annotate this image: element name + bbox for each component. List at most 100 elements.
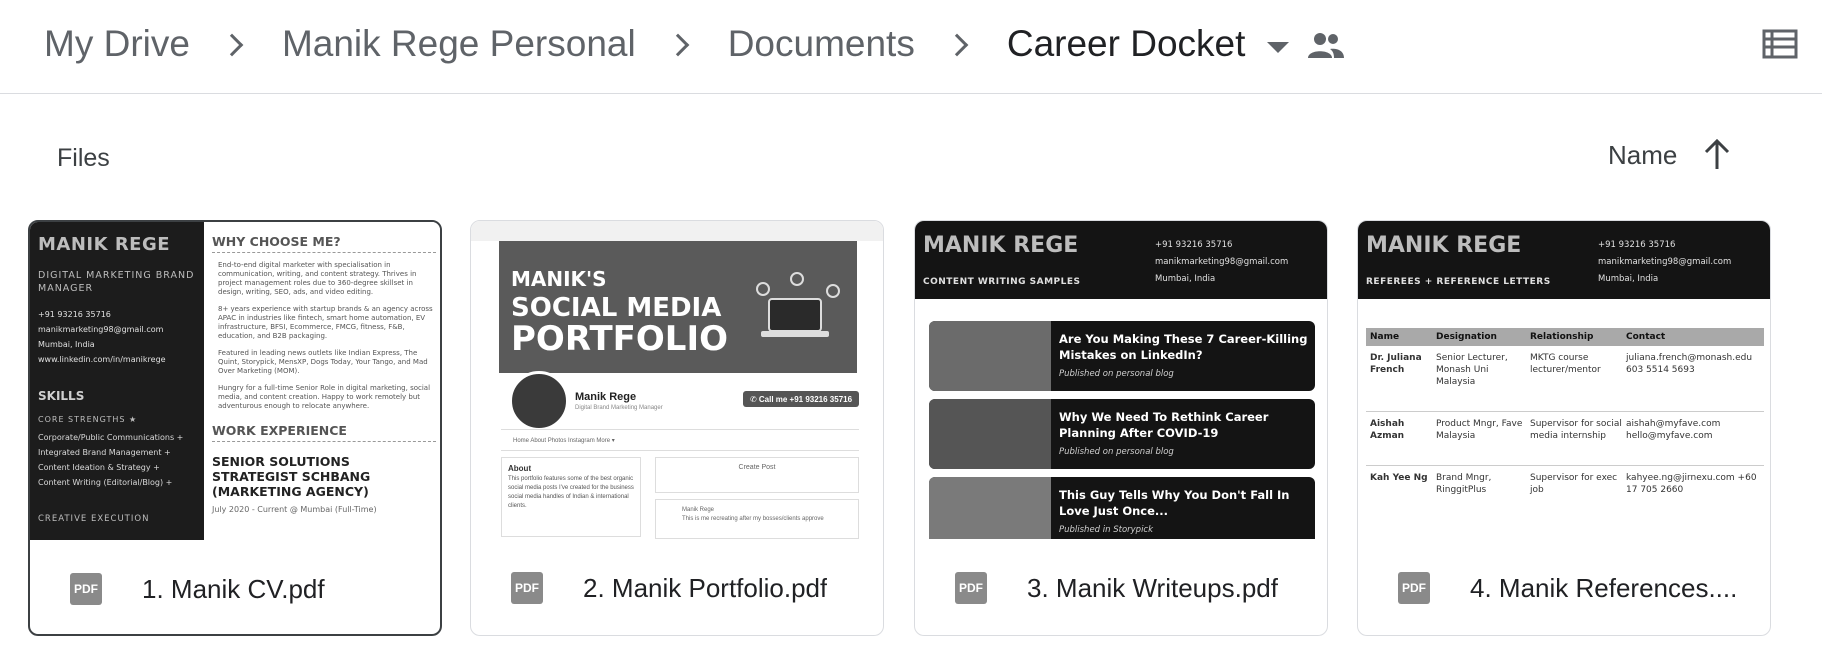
breadcrumb: My Drive Manik Rege Personal Documents C… (44, 0, 1290, 88)
thumb-article: Why We Need To Rethink Career Planning A… (929, 399, 1315, 469)
thumb-title-line: MANIK'S (511, 267, 607, 291)
table-cell: Supervisor for social media internship (1530, 419, 1622, 441)
table-header: Name Designation Relationship Contact (1366, 328, 1764, 346)
file-name[interactable]: 4. Manik References.... (1470, 573, 1737, 604)
file-card-footer: PDF 4. Manik References.... (1358, 539, 1770, 635)
table-cell: Brand Mngr, RinggitPlus (1436, 473, 1492, 495)
top-bar: My Drive Manik Rege Personal Documents C… (0, 0, 1822, 94)
table-cell: Dr. Juliana French (1370, 353, 1422, 375)
table-row: Aishah Azman Product Mngr, Fave Malaysia… (1366, 412, 1764, 466)
avatar (509, 371, 569, 431)
thumb-contact: +91 93216 35716 manikmarketing98@gmail.c… (38, 307, 196, 367)
table-cell: Product Mngr, Fave Malaysia (1436, 419, 1523, 441)
file-card-cv[interactable]: MANIK REGE DIGITAL MARKETING BRAND MANAG… (28, 220, 442, 636)
file-card-writeups[interactable]: MANIK REGE CONTENT WRITING SAMPLES +91 9… (914, 220, 1328, 636)
table-cell: juliana.french@monash.edu 603 5514 5693 (1626, 353, 1753, 375)
breadcrumb-my-drive[interactable]: My Drive (44, 23, 190, 65)
thumb-header: MANIK REGE REFEREES + REFERENCE LETTERS … (1358, 221, 1770, 299)
thumb-profile-tag: Digital Brand Marketing Manager (575, 405, 663, 411)
thumb-about-title: About (508, 464, 532, 473)
files-section-title: Files (57, 144, 110, 172)
file-name[interactable]: 1. Manik CV.pdf (142, 574, 325, 605)
thumb-job-title: SENIOR SOLUTIONS STRATEGIST SCHBANG (MAR… (212, 454, 371, 499)
breadcrumb-manik-rege-personal[interactable]: Manik Rege Personal (282, 23, 636, 65)
table-cell: kahyee.ng@jirnexu.com +60 17 705 2660 (1626, 473, 1757, 495)
sort-by-name-button[interactable]: Name (1608, 140, 1677, 171)
thumb-subtitle: REFEREES + REFERENCE LETTERS (1366, 277, 1551, 287)
thumb-article-title: Are You Making These 7 Career-Killing Mi… (1059, 332, 1308, 362)
thumb-contact: +91 93216 35716 manikmarketing98@gmail.c… (1598, 237, 1731, 288)
table-row: Dr. Juliana French Senior Lecturer, Mona… (1366, 346, 1764, 412)
table-cell: Senior Lecturer, Monash Uni Malaysia (1436, 353, 1508, 387)
breadcrumb-career-docket[interactable]: Career Docket (1007, 23, 1246, 65)
thumb-create-post: Create Post (655, 457, 859, 493)
table-cell: Aishah Azman (1370, 419, 1405, 441)
thumb-name: MANIK REGE (38, 234, 171, 255)
chevron-right-icon (668, 34, 688, 54)
thumb-article-source: Published on personal blog (1059, 369, 1174, 379)
thumb-skill: Corporate/Public Communications + (38, 433, 184, 442)
laptop-illustration-icon (756, 272, 840, 337)
thumb-skill: Content Writing (Editorial/Blog) + (38, 478, 173, 487)
thumb-skill-list: Corporate/Public Communications + Integr… (38, 430, 196, 490)
thumb-cover-banner: MANIK'S SOCIAL MEDIA PORTFOLIO (499, 241, 857, 373)
thumb-phone: +91 93216 35716 (38, 310, 111, 319)
thumb-article: Are You Making These 7 Career-Killing Mi… (929, 321, 1315, 391)
file-name[interactable]: 3. Manik Writeups.pdf (1027, 573, 1278, 604)
thumb-location: Mumbai, India (1155, 274, 1216, 284)
table-cell: MKTG course lecturer/mentor (1530, 353, 1601, 375)
file-thumbnail: MANIK REGE DIGITAL MARKETING BRAND MANAG… (30, 222, 440, 540)
file-card-references[interactable]: MANIK REGE REFEREES + REFERENCE LETTERS … (1357, 220, 1771, 636)
thumb-skill: Content Ideation & Strategy + (38, 463, 160, 472)
thumb-skills-heading: SKILLS (38, 389, 85, 403)
thumb-header: MANIK REGE CONTENT WRITING SAMPLES +91 9… (915, 221, 1327, 299)
breadcrumb-documents[interactable]: Documents (728, 23, 915, 65)
thumb-email: manikmarketing98@gmail.com (1155, 257, 1289, 267)
file-thumbnail: MANIK REGE CONTENT WRITING SAMPLES +91 9… (915, 221, 1327, 539)
pdf-file-icon: PDF (955, 572, 987, 604)
thumb-job-date: July 2020 - Current @ Mumbai (Full-Time) (212, 505, 377, 514)
thumb-subtitle: CONTENT WRITING SAMPLES (923, 277, 1081, 287)
pdf-file-icon: PDF (1398, 572, 1430, 604)
file-name[interactable]: 2. Manik Portfolio.pdf (583, 573, 827, 604)
shared-people-icon[interactable] (1306, 30, 1346, 60)
table-header-cell: Contact (1626, 332, 1666, 342)
thumb-about-text: This portfolio features some of the best… (508, 476, 634, 509)
thumb-profile-name: Manik Rege (575, 391, 637, 403)
thumb-name: MANIK REGE (1366, 233, 1522, 258)
file-thumbnail: MANIK REGE REFEREES + REFERENCE LETTERS … (1358, 221, 1770, 539)
file-card-portfolio[interactable]: MANIK'S SOCIAL MEDIA PORTFOLIO Manik Reg… (470, 220, 884, 636)
thumb-about-box: About This portfolio features some of th… (501, 457, 641, 537)
thumb-creative-heading: CREATIVE EXECUTION (38, 514, 150, 524)
sort-direction-arrow-up-icon[interactable] (1702, 137, 1732, 171)
thumb-phone: +91 93216 35716 (1155, 240, 1233, 250)
thumb-contact: +91 93216 35716 manikmarketing98@gmail.c… (1155, 237, 1288, 288)
thumb-core-heading: CORE STRENGTHS ★ (38, 415, 138, 424)
chevron-right-icon (947, 34, 967, 54)
table-row: Kah Yee Ng Brand Mngr, RinggitPlus Super… (1366, 466, 1764, 502)
thumb-name: MANIK REGE (923, 233, 1079, 258)
thumb-feed-post: Manik Rege This is me recreating after m… (655, 499, 859, 539)
file-card-footer: PDF 2. Manik Portfolio.pdf (471, 539, 883, 635)
thumb-feed-name: Manik Rege (682, 507, 715, 513)
thumb-profile-nav: Home About Photos Instagram More ▾ (501, 429, 859, 451)
file-card-footer: PDF 1. Manik CV.pdf (30, 540, 440, 634)
table-header-cell: Relationship (1530, 332, 1594, 342)
thumb-location: Mumbai, India (1598, 274, 1659, 284)
thumb-article-image (929, 321, 1051, 391)
file-card-footer: PDF 3. Manik Writeups.pdf (915, 539, 1327, 635)
thumb-reference-table: Name Designation Relationship Contact Dr… (1366, 328, 1764, 502)
list-view-icon[interactable] (1762, 28, 1798, 60)
thumb-call-badge: ✆ Call me +91 93216 35716 (743, 391, 859, 407)
thumb-browser-bar (471, 221, 883, 241)
table-header-cell: Name (1370, 332, 1400, 342)
pdf-file-icon: PDF (511, 572, 543, 604)
folder-menu-dropdown-icon[interactable] (1267, 41, 1290, 53)
thumb-email: manikmarketing98@gmail.com (1598, 257, 1732, 267)
thumb-article-title: Why We Need To Rethink Career Planning A… (1059, 410, 1269, 440)
chevron-right-icon (222, 34, 242, 54)
thumb-bullet: 8+ years experience with startup brands … (218, 305, 433, 340)
thumb-location: Mumbai, India (38, 340, 95, 349)
thumb-why-heading: WHY CHOOSE ME? (212, 234, 436, 253)
thumb-article-image (929, 477, 1051, 539)
